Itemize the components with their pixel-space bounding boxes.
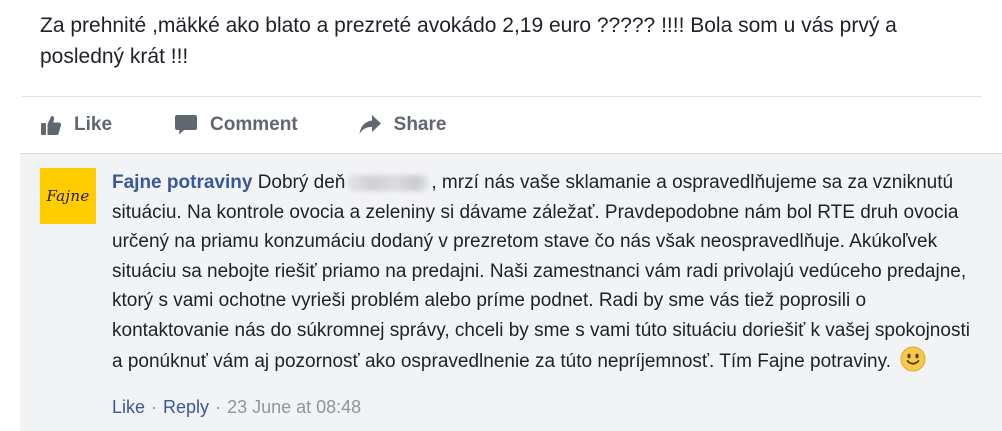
- speech-bubble-icon: [174, 114, 198, 136]
- post-divider: [22, 96, 982, 97]
- post: Za prehnité ,mäkké ako blato a prezreté …: [0, 0, 1002, 153]
- comment-reply-link[interactable]: Reply: [163, 397, 209, 418]
- comment-label: Comment: [210, 114, 298, 135]
- comment-timestamp[interactable]: 23 June at 08:48: [227, 397, 361, 418]
- thumbs-up-icon: [40, 114, 62, 136]
- post-text: Za prehnité ,mäkké ako blato a prezreté …: [40, 14, 897, 68]
- share-button[interactable]: Share: [358, 114, 447, 136]
- avatar[interactable]: Fajne: [40, 168, 96, 224]
- post-actions-bar: Like Comment Share: [40, 108, 446, 142]
- share-arrow-icon: [358, 114, 382, 136]
- avatar-logo-text: Fajne: [46, 187, 90, 205]
- facebook-post-page: Za prehnité ,mäkké ako blato a prezreté …: [0, 0, 1002, 431]
- meta-separator: ·: [151, 397, 158, 417]
- meta-separator: ·: [215, 397, 222, 417]
- comment-meta: Like · Reply · 23 June at 08:48: [112, 397, 361, 418]
- share-label: Share: [393, 114, 447, 135]
- blurred-name: [347, 174, 430, 191]
- comment-body: Fajne potraviny Dobrý deň, mrzí nás vaše…: [112, 168, 972, 376]
- smiley-emoji-icon: [900, 346, 926, 372]
- comment-author-link[interactable]: Fajne potraviny: [112, 172, 252, 193]
- like-button[interactable]: Like: [40, 114, 112, 136]
- comment-button[interactable]: Comment: [174, 114, 298, 136]
- comment-text: , mrzí nás vaše sklamanie a ospravedlňuj…: [112, 172, 970, 372]
- comments-section: Fajne Fajne potraviny Dobrý deň, mrzí ná…: [20, 153, 1002, 431]
- comment-text-start: Dobrý deň: [257, 172, 346, 193]
- like-label: Like: [74, 114, 113, 135]
- comment-like-link[interactable]: Like: [112, 397, 145, 418]
